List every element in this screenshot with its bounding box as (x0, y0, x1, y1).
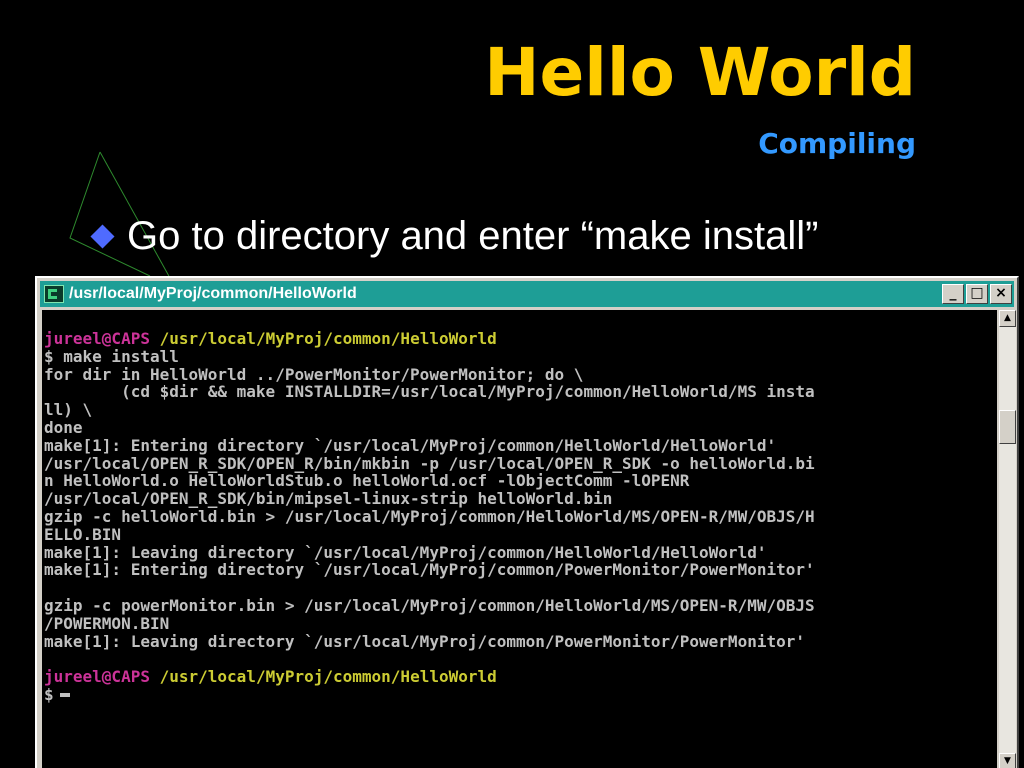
console-lines: $ make install for dir in HelloWorld ../P… (42, 346, 997, 668)
console-line: ELLO.BIN (44, 524, 122, 544)
prompt-path: /usr/local/MyProj/common/HelloWorld (159, 329, 497, 348)
text-cursor (59, 693, 70, 698)
window-title: /usr/local/MyProj/common/HelloWorld (69, 285, 357, 302)
console-line: /usr/local/OPEN_R_SDK/OPEN_R/bin/mkbin -… (44, 453, 815, 473)
console-line: make[1]: Leaving directory `/usr/local/M… (44, 542, 767, 562)
console-line: done (44, 417, 83, 437)
console-line: gzip -c powerMonitor.bin > /usr/local/My… (44, 595, 815, 615)
scroll-thumb[interactable] (999, 410, 1016, 444)
console-line: for dir in HelloWorld ../PowerMonitor/Po… (44, 364, 584, 384)
terminal-titlebar[interactable]: /usr/local/MyProj/common/HelloWorld _ □ … (40, 281, 1014, 307)
console-line: make[1]: Leaving directory `/usr/local/M… (44, 631, 805, 651)
maximize-button[interactable]: □ (966, 284, 988, 304)
prompt-user: jureel@CAPS (44, 667, 150, 687)
console-output[interactable]: jureel@CAPS /usr/local/MyProj/common/Hel… (42, 310, 997, 768)
terminal-app-icon[interactable] (44, 285, 64, 303)
scroll-up-arrow-icon[interactable]: ▲ (999, 310, 1016, 327)
scroll-down-arrow-icon[interactable]: ▼ (999, 753, 1016, 768)
command-input-line[interactable]: $ (42, 686, 997, 704)
console-line: make[1]: Entering directory `/usr/local/… (44, 435, 777, 455)
bullet-item: Go to directory and enter “make install” (90, 212, 819, 260)
prompt-path: /usr/local/MyProj/common/HelloWorld (159, 667, 497, 687)
console-line: /usr/local/OPEN_R_SDK/bin/mipsel-linux-s… (44, 489, 613, 509)
window-controls: _ □ × (940, 284, 1012, 304)
prompt-line: jureel@CAPS /usr/local/MyProj/common/Hel… (42, 668, 997, 686)
console-line: gzip -c helloWorld.bin > /usr/local/MyPr… (44, 506, 815, 526)
console-line: /POWERMON.BIN (44, 613, 170, 633)
terminal-window[interactable]: /usr/local/MyProj/common/HelloWorld _ □ … (35, 276, 1019, 768)
console-line: make[1]: Entering directory `/usr/local/… (44, 560, 815, 580)
slide-title: Hello World (484, 34, 916, 111)
prompt-symbol: $ (44, 684, 54, 704)
vertical-scrollbar[interactable]: ▲ ▼ (999, 310, 1016, 768)
console-line: (cd $dir && make INSTALLDIR=/usr/local/M… (44, 382, 815, 402)
close-button[interactable]: × (990, 284, 1012, 304)
prompt-user: jureel@CAPS (44, 329, 150, 348)
console-line: ll) \ (44, 400, 93, 420)
console-line: $ make install (44, 346, 179, 366)
minimize-button[interactable]: _ (942, 284, 964, 304)
diamond-bullet-icon (90, 223, 115, 249)
console-line: n HelloWorld.o HelloWorldStub.o helloWor… (44, 471, 690, 491)
slide: Hello World Compiling Go to directory an… (0, 0, 1024, 768)
bullet-text: Go to directory and enter “make install” (127, 214, 819, 258)
prompt-line: jureel@CAPS /usr/local/MyProj/common/Hel… (42, 330, 997, 348)
slide-subtitle: Compiling (758, 127, 916, 160)
